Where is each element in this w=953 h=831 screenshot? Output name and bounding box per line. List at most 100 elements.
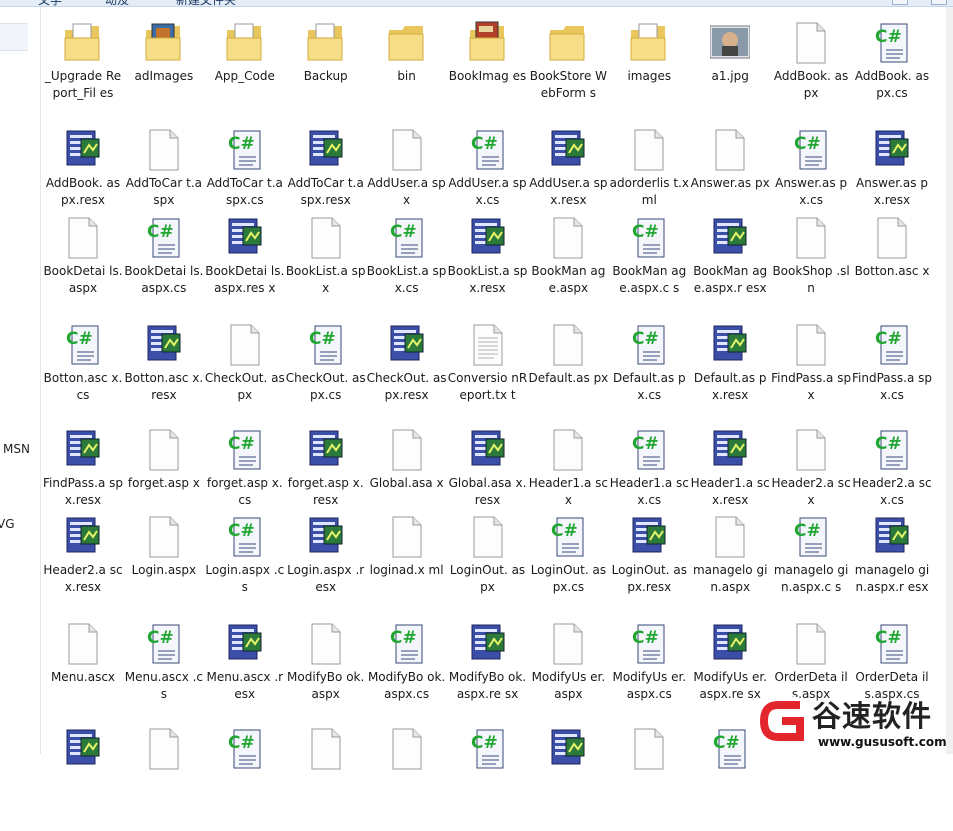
file-item[interactable]: BookStore WebForm s (528, 20, 608, 125)
file-item[interactable]: images (609, 20, 689, 125)
file-item[interactable]: BookDetai ls.aspx (43, 215, 123, 320)
file-item[interactable]: C# ModifyUs er.aspx.cs (609, 621, 689, 726)
file-item[interactable]: Login.aspx .resx (286, 514, 366, 619)
file-item[interactable] (367, 726, 447, 831)
file-item[interactable]: ModifyBo ok.aspx.re sx (448, 621, 528, 726)
file-item[interactable]: CheckOut. aspx (205, 322, 285, 427)
file-item[interactable]: Botton.asc x (852, 215, 932, 320)
toolbar-right-button-2[interactable] (931, 0, 947, 5)
nav-selected-band[interactable] (0, 23, 28, 51)
file-label: Botton.asc x (854, 264, 930, 278)
blank-file-icon (710, 514, 750, 560)
file-item[interactable]: BookShop .sln (771, 215, 851, 320)
file-item[interactable]: managelo gin.aspx (690, 514, 770, 619)
file-label: FindPass.a spx.cs (852, 371, 932, 402)
file-label: Header2.a scx.resx (43, 563, 123, 594)
vertical-scrollbar[interactable] (946, 7, 953, 754)
file-label: AddToCar t.aspx (125, 176, 202, 207)
file-item[interactable]: Backup (286, 20, 366, 125)
file-item[interactable]: BookList.a spx.resx (448, 215, 528, 320)
file-item[interactable]: BookDetai ls.aspx.res x (205, 215, 285, 320)
file-item[interactable]: Header2.a scx.resx (43, 514, 123, 619)
file-label: ModifyBo ok.aspx.re sx (448, 670, 527, 701)
nav-item-vg[interactable]: VG (0, 517, 15, 531)
csharp-file-icon: C# (629, 427, 669, 473)
file-item[interactable]: C# Menu.ascx .cs (124, 621, 204, 726)
blank-file-icon (548, 427, 588, 473)
folder-icon (387, 20, 427, 66)
file-item[interactable]: Default.as px (528, 322, 608, 427)
toolbar-item-2[interactable]: 新建文件夹 (176, 0, 236, 8)
file-item[interactable]: BookMan age.aspx (528, 215, 608, 320)
file-item[interactable]: CheckOut. aspx.resx (367, 322, 447, 427)
file-item[interactable]: _Upgrade Report_Fil es (43, 20, 123, 125)
file-label: _Upgrade Report_Fil es (44, 69, 122, 100)
svg-text:C#: C# (228, 521, 255, 541)
svg-text:C#: C# (713, 733, 740, 753)
file-item[interactable] (528, 726, 608, 831)
file-item[interactable]: ModifyUs er.aspx (528, 621, 608, 726)
resx-file-icon (710, 621, 750, 667)
file-item[interactable]: C# ModifyBo ok.aspx.cs (367, 621, 447, 726)
toolbar-item-0[interactable]: 文学 (38, 0, 62, 8)
file-label: BookList.a spx (285, 264, 366, 295)
file-item[interactable]: Default.as px.resx (690, 322, 770, 427)
gususoft-logo-icon (758, 697, 806, 745)
file-item[interactable]: AddBook. aspx (771, 20, 851, 125)
file-label: ModifyUs er.aspx.cs (612, 670, 687, 701)
file-item[interactable] (286, 726, 366, 831)
file-item[interactable]: a1.jpg (690, 20, 770, 125)
file-item[interactable]: C# managelo gin.aspx.c s (771, 514, 851, 619)
file-item[interactable]: loginad.x ml (367, 514, 447, 619)
file-label: a1.jpg (711, 69, 749, 83)
file-item[interactable]: C# FindPass.a spx.cs (852, 322, 932, 427)
file-item[interactable]: Login.aspx (124, 514, 204, 619)
file-item[interactable]: BookList.a spx (286, 215, 366, 320)
file-item[interactable]: Menu.ascx .resx (205, 621, 285, 726)
csharp-file-icon: C# (468, 127, 508, 173)
nav-item-msn[interactable]: MSN (3, 442, 30, 456)
file-item[interactable] (124, 726, 204, 831)
toolbar-item-1[interactable]: 动及 (105, 0, 129, 8)
file-item[interactable]: BookMan age.aspx.r esx (690, 215, 770, 320)
file-item[interactable]: App_Code (205, 20, 285, 125)
file-item[interactable]: bin (367, 20, 447, 125)
image-file-icon (709, 20, 751, 66)
file-item[interactable]: LoginOut. aspx (448, 514, 528, 619)
file-item[interactable]: BookImag es (448, 20, 528, 125)
file-item[interactable]: C# Default.as px.cs (609, 322, 689, 427)
watermark-title: 谷速软件 (812, 699, 933, 733)
file-label: Header2.a scx (771, 476, 851, 507)
resx-file-icon (468, 427, 508, 473)
file-label: BookList.a spx.cs (366, 264, 447, 295)
file-item[interactable]: C# AddBook. aspx.cs (852, 20, 932, 125)
toolbar-right-button[interactable] (892, 0, 908, 5)
file-item[interactable]: C# Login.aspx .cs (205, 514, 285, 619)
file-label: AddToCar t.aspx.resx (287, 176, 364, 207)
file-item[interactable]: Menu.ascx (43, 621, 123, 726)
file-item[interactable]: FindPass.a spx (771, 322, 851, 427)
file-item[interactable]: C# Botton.asc x.cs (43, 322, 123, 427)
file-item[interactable]: LoginOut. aspx.resx (609, 514, 689, 619)
file-item[interactable]: C# LoginOut. aspx.cs (528, 514, 608, 619)
file-item[interactable]: C# (205, 726, 285, 831)
file-item[interactable]: C# BookDetai ls.aspx.cs (124, 215, 204, 320)
file-label: Header1.a scx (528, 476, 608, 507)
file-item[interactable]: Botton.asc x.resx (124, 322, 204, 427)
file-item[interactable] (609, 726, 689, 831)
blank-file-icon (548, 621, 588, 667)
resx-file-icon (629, 514, 669, 560)
blank-file-icon (63, 215, 103, 261)
resx-file-icon (710, 215, 750, 261)
file-item[interactable]: C# BookMan age.aspx.c s (609, 215, 689, 320)
file-item[interactable]: adImages (124, 20, 204, 125)
file-item[interactable]: C# BookList.a spx.cs (367, 215, 447, 320)
file-item[interactable]: C# (448, 726, 528, 831)
file-item[interactable]: Conversio nReport.tx t (448, 322, 528, 427)
svg-text:C#: C# (875, 27, 902, 47)
file-item[interactable]: ModifyBo ok.aspx (286, 621, 366, 726)
file-item[interactable]: C# CheckOut. aspx.cs (286, 322, 366, 427)
file-item[interactable]: managelo gin.aspx.r esx (852, 514, 932, 619)
file-item[interactable] (43, 726, 123, 831)
file-label: App_Code (214, 69, 275, 83)
